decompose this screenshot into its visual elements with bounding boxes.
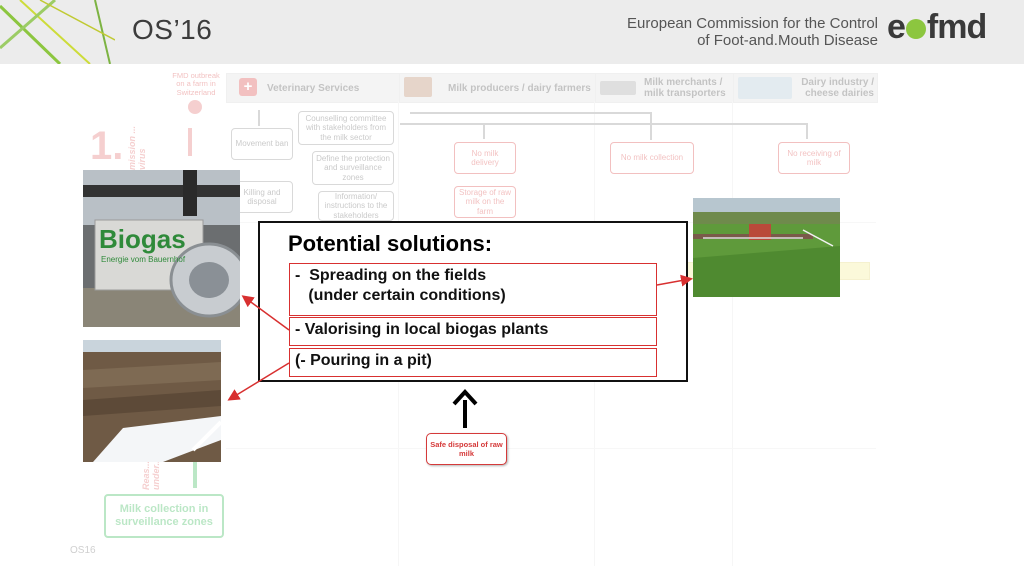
footer-label: OS16 (70, 545, 96, 556)
arrow-to-biogas-photo (241, 295, 290, 331)
arrow-to-pit-photo (227, 362, 290, 401)
arrows-overlay (227, 274, 693, 428)
arrow-to-field-photo (656, 274, 693, 287)
